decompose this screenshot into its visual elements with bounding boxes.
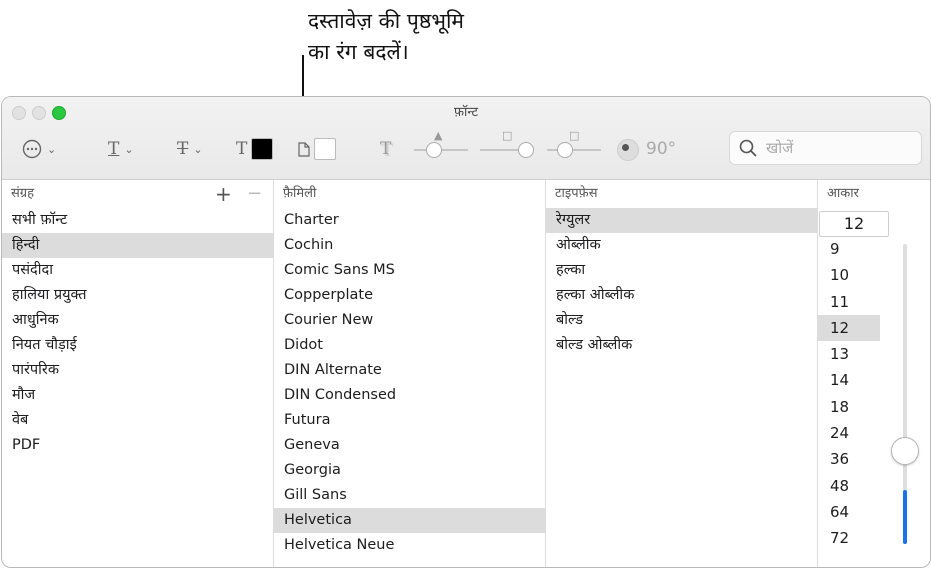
titlebar: फ़ॉन्ट ⌄ T ⌄ T ⌄ T T ▲ □ □ 90° खोजें bbox=[2, 97, 930, 180]
search-field[interactable] bbox=[729, 131, 922, 165]
underline-button[interactable]: T ⌄ bbox=[108, 137, 134, 161]
add-collection-button[interactable]: + bbox=[215, 180, 232, 208]
collection-item[interactable]: हिन्दी bbox=[2, 233, 273, 258]
size-item[interactable]: 14 bbox=[818, 367, 880, 393]
collections-header-label: संग्रह bbox=[11, 186, 35, 201]
family-item[interactable]: Helvetica Neue bbox=[274, 533, 545, 558]
size-item[interactable]: 48 bbox=[818, 473, 880, 499]
size-header: आकार bbox=[827, 186, 859, 201]
family-item[interactable]: Geneva bbox=[274, 433, 545, 458]
shadow-offset-slider[interactable]: □ bbox=[547, 129, 601, 158]
opacity-triangle-icon: ▲ bbox=[434, 129, 443, 142]
slider-knob[interactable] bbox=[426, 142, 442, 158]
text-color-swatch bbox=[251, 138, 274, 160]
typeface-item[interactable]: रेग्युलर bbox=[546, 208, 817, 233]
size-item[interactable]: 18 bbox=[818, 394, 880, 420]
family-header: फ़ैमिली bbox=[283, 186, 317, 201]
size-field[interactable]: 12 bbox=[819, 211, 889, 237]
family-item[interactable]: Comic Sans MS bbox=[274, 258, 545, 283]
typeface-item[interactable]: हल्का ओब्लीक bbox=[546, 283, 817, 308]
typeface-list: रेग्युलर ओब्लीक हल्का हल्का ओब्लीक बोल्ड बोल्… bbox=[546, 208, 817, 567]
strikethrough-t-icon: T bbox=[177, 139, 189, 159]
callout-text: दस्तावेज़ की पृष्ठभूमि का रंग बदलें। bbox=[308, 9, 464, 64]
text-color-t-icon: T bbox=[236, 139, 248, 159]
family-item[interactable]: Helvetica bbox=[274, 508, 545, 533]
chevron-down-icon: ⌄ bbox=[193, 142, 203, 156]
typeface-item[interactable]: ओब्लीक bbox=[546, 233, 817, 258]
size-item[interactable]: 10 bbox=[818, 262, 880, 288]
collection-item[interactable]: मौज bbox=[2, 383, 273, 408]
strikethrough-button[interactable]: T ⌄ bbox=[177, 137, 203, 161]
collection-item[interactable]: आधुनिक bbox=[2, 308, 273, 333]
offset-square-icon: □ bbox=[569, 129, 580, 142]
collection-item[interactable]: सभी फ़ॉन्ट bbox=[2, 208, 273, 233]
blur-square-icon: □ bbox=[502, 129, 513, 142]
typeface-item[interactable]: हल्का bbox=[546, 258, 817, 283]
shadow-angle-value: 90° bbox=[646, 139, 677, 159]
slider-knob[interactable] bbox=[557, 142, 573, 158]
text-color-button[interactable]: T bbox=[236, 137, 274, 161]
family-item[interactable]: Georgia bbox=[274, 458, 545, 483]
size-item[interactable]: 36 bbox=[818, 446, 880, 472]
size-slider[interactable] bbox=[891, 244, 919, 544]
fonts-window: फ़ॉन्ट ⌄ T ⌄ T ⌄ T T ▲ □ □ 90° खोजें संग… bbox=[1, 96, 931, 568]
search-input[interactable] bbox=[764, 136, 916, 160]
text-shadow-button[interactable]: T bbox=[380, 137, 391, 161]
size-item[interactable]: 9 bbox=[818, 236, 880, 262]
underline-t-icon: T bbox=[108, 139, 120, 159]
shadow-angle-dial[interactable] bbox=[617, 139, 639, 161]
collections-list: सभी फ़ॉन्ट हिन्दी पसंदीदा हालिया प्रयुक्त आध… bbox=[2, 208, 273, 567]
chevron-down-icon: ⌄ bbox=[47, 142, 57, 156]
family-item[interactable]: Charter bbox=[274, 208, 545, 233]
shadow-blur-slider[interactable]: □ bbox=[480, 129, 534, 158]
typeface-item[interactable]: बोल्ड ओब्लीक bbox=[546, 333, 817, 358]
size-item[interactable]: 64 bbox=[818, 499, 880, 525]
family-item[interactable]: DIN Alternate bbox=[274, 358, 545, 383]
document-color-swatch bbox=[314, 138, 336, 160]
typeface-header: टाइपफ़ेस bbox=[555, 186, 598, 201]
search-icon bbox=[739, 139, 757, 157]
size-slider-knob[interactable] bbox=[891, 437, 919, 465]
family-item[interactable]: Gill Sans bbox=[274, 483, 545, 508]
size-item[interactable]: 11 bbox=[818, 289, 880, 315]
shadow-t-icon: T bbox=[380, 139, 392, 159]
collection-item[interactable]: वेब bbox=[2, 408, 273, 433]
collection-item[interactable]: PDF bbox=[2, 433, 273, 458]
shadow-opacity-slider[interactable]: ▲ bbox=[414, 129, 468, 158]
size-slider-fill bbox=[903, 490, 907, 544]
document-icon bbox=[298, 141, 310, 157]
size-item[interactable]: 72 bbox=[818, 525, 880, 551]
chevron-down-icon: ⌄ bbox=[124, 142, 134, 156]
remove-collection-button[interactable]: − bbox=[247, 180, 262, 208]
window-title: फ़ॉन्ट bbox=[453, 105, 479, 120]
family-item[interactable]: DIN Condensed bbox=[274, 383, 545, 408]
size-list: 9 10 11 12 13 14 18 24 36 48 64 72 bbox=[818, 236, 898, 567]
family-item[interactable]: Cochin bbox=[274, 233, 545, 258]
typeface-item[interactable]: बोल्ड bbox=[546, 308, 817, 333]
family-item[interactable]: Copperplate bbox=[274, 283, 545, 308]
size-item[interactable]: 24 bbox=[818, 420, 880, 446]
family-item[interactable]: Futura bbox=[274, 408, 545, 433]
collection-item[interactable]: हालिया प्रयुक्त bbox=[2, 283, 273, 308]
family-list: Charter Cochin Comic Sans MS Copperplate Cou… bbox=[274, 208, 545, 567]
collection-item[interactable]: नियत चौड़ाई bbox=[2, 333, 273, 358]
document-color-button[interactable] bbox=[298, 137, 336, 161]
collection-item[interactable]: पसंदीदा bbox=[2, 258, 273, 283]
family-item[interactable]: Didot bbox=[274, 333, 545, 358]
collection-item[interactable]: पारंपरिक bbox=[2, 358, 273, 383]
size-item[interactable]: 12 bbox=[818, 314, 880, 342]
action-menu-button[interactable]: ⌄ bbox=[22, 137, 56, 161]
family-item[interactable]: Courier New bbox=[274, 308, 545, 333]
size-item[interactable]: 13 bbox=[818, 341, 880, 367]
collections-header: संग्रह + − bbox=[2, 180, 272, 208]
ellipsis-circle-icon bbox=[22, 139, 42, 159]
slider-knob[interactable] bbox=[518, 142, 534, 158]
